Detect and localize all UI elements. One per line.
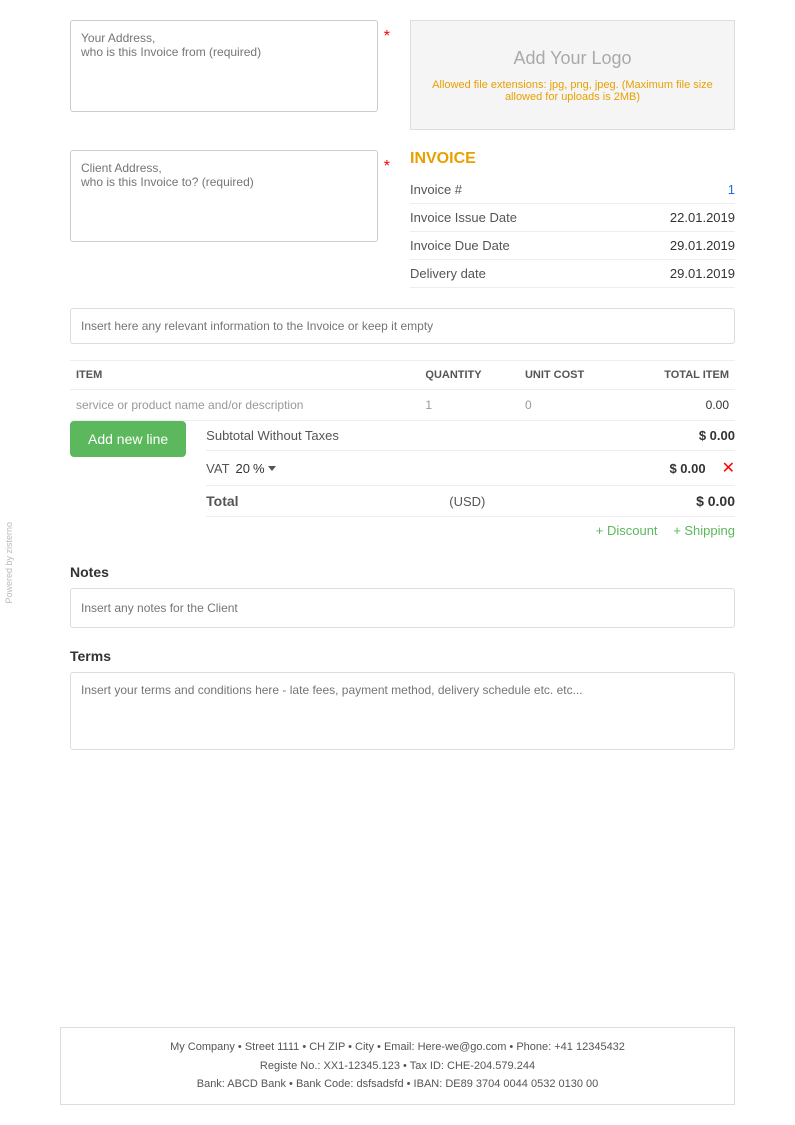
client-address-required: * <box>384 158 390 176</box>
vat-value: $ 0.00 <box>669 461 705 476</box>
subtotal-row: Subtotal Without Taxes $ 0.00 <box>206 421 735 451</box>
vat-percent-sign: % <box>253 461 265 476</box>
totals-section: Subtotal Without Taxes $ 0.00 VAT 20 % $… <box>206 421 735 544</box>
invoice-issue-date-row: Invoice Issue Date 22.01.2019 <box>410 204 735 232</box>
delivery-date-label: Delivery date <box>410 266 486 281</box>
logo-upload-area[interactable]: Add Your Logo Allowed file extensions: j… <box>410 20 735 130</box>
delivery-date-row: Delivery date 29.01.2019 <box>410 260 735 288</box>
add-new-line-button[interactable]: Add new line <box>70 421 186 457</box>
item-description[interactable]: service or product name and/or descripti… <box>70 390 419 421</box>
col-item: ITEM <box>70 361 419 390</box>
terms-input[interactable] <box>70 672 735 750</box>
footer-line3: Bank: ABCD Bank • Bank Code: dsfsadsfd •… <box>77 1075 718 1094</box>
notes-title: Notes <box>70 564 735 580</box>
terms-title: Terms <box>70 648 735 664</box>
invoice-due-date-label: Invoice Due Date <box>410 238 510 253</box>
table-row: service or product name and/or descripti… <box>70 390 735 421</box>
logo-info: Allowed file extensions: jpg, png, jpeg.… <box>431 79 714 103</box>
invoice-issue-date-value[interactable]: 22.01.2019 <box>670 210 735 225</box>
col-unit-cost: UNIT COST <box>519 361 623 390</box>
subtotal-value: $ 0.00 <box>699 428 735 443</box>
item-total: 0.00 <box>623 390 735 421</box>
vat-delete-icon[interactable]: ✕ <box>722 458 735 478</box>
total-row: Total (USD) $ 0.00 <box>206 486 735 517</box>
invoice-number-row: Invoice # 1 <box>410 176 735 204</box>
subtotal-label: Subtotal Without Taxes <box>206 428 339 443</box>
info-input[interactable] <box>70 308 735 344</box>
item-quantity[interactable]: 1 <box>419 390 519 421</box>
vat-dropdown-icon[interactable] <box>268 466 276 471</box>
total-value: $ 0.00 <box>696 493 735 509</box>
notes-section: Notes <box>70 564 735 628</box>
client-address-input[interactable] <box>70 150 378 242</box>
from-address-input[interactable] <box>70 20 378 112</box>
invoice-due-date-value[interactable]: 29.01.2019 <box>670 238 735 253</box>
powered-by-label: Powered by zisterno <box>0 0 18 1125</box>
notes-input[interactable] <box>70 588 735 628</box>
items-table: ITEM QUANTITY UNIT COST TOTAL ITEM servi… <box>70 360 735 421</box>
footer: My Company • Street 1111 • CH ZIP • City… <box>60 1027 735 1105</box>
info-field <box>70 308 735 344</box>
vat-percent-value: 20 <box>236 461 250 476</box>
invoice-issue-date-label: Invoice Issue Date <box>410 210 517 225</box>
vat-label: VAT <box>206 461 229 476</box>
terms-section: Terms <box>70 648 735 753</box>
total-label: Total <box>206 493 238 509</box>
col-total-item: TOTAL ITEM <box>623 361 735 390</box>
invoice-details: INVOICE Invoice # 1 Invoice Issue Date 2… <box>410 150 735 288</box>
footer-line2: Registe No.: XX1-12345.123 • Tax ID: CHE… <box>77 1057 718 1076</box>
total-currency: (USD) <box>449 494 485 509</box>
add-line-container: Add new line <box>70 421 186 457</box>
footer-line1: My Company • Street 1111 • CH ZIP • City… <box>77 1038 718 1057</box>
discount-link[interactable]: + Discount <box>596 523 658 538</box>
item-unit-cost[interactable]: 0 <box>519 390 623 421</box>
vat-percent-display[interactable]: 20 % <box>236 461 276 476</box>
logo-title: Add Your Logo <box>513 48 631 69</box>
discount-shipping-bar: + Discount + Shipping <box>206 517 735 544</box>
delivery-date-value[interactable]: 29.01.2019 <box>670 266 735 281</box>
vat-row: VAT 20 % $ 0.00 ✕ <box>206 451 735 486</box>
col-quantity: QUANTITY <box>419 361 519 390</box>
from-address-required: * <box>384 28 390 46</box>
invoice-number-value[interactable]: 1 <box>728 182 735 197</box>
invoice-due-date-row: Invoice Due Date 29.01.2019 <box>410 232 735 260</box>
invoice-number-label: Invoice # <box>410 182 462 197</box>
shipping-link[interactable]: + Shipping <box>673 523 735 538</box>
invoice-label: INVOICE <box>410 150 735 168</box>
